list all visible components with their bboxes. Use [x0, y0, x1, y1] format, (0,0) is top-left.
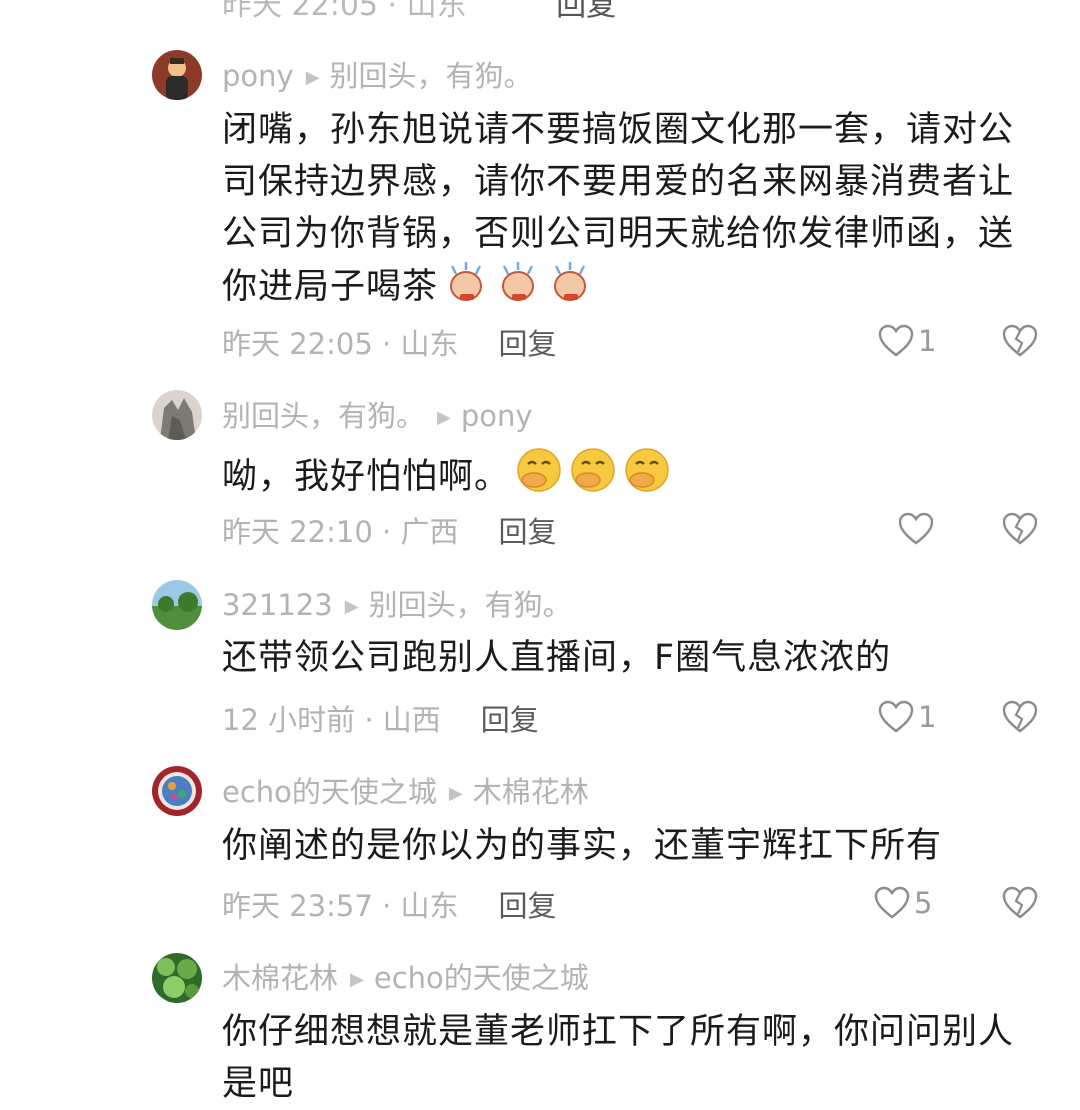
comment-footer: 昨天 23:57 · 山东 回复 [222, 888, 556, 924]
clapping-hands-emoji [442, 260, 490, 319]
clipped-reply-button[interactable]: 回复 [556, 0, 616, 20]
comment-header: 木棉花林 ▶ echo的天使之城 [222, 960, 589, 998]
broken-heart-icon [1002, 512, 1038, 545]
like-count: 1 [918, 700, 937, 734]
reply-button[interactable]: 回复 [498, 327, 556, 361]
comment-text: 还带领公司跑别人直播间，F圈气息浓浓的 [222, 632, 1034, 684]
comment-footer: 昨天 22:05 · 山东 回复 [222, 326, 556, 362]
dislike-button[interactable] [1002, 886, 1038, 924]
comment-text: 呦，我好怕怕啊。 [222, 446, 1034, 509]
reply-button[interactable]: 回复 [498, 515, 556, 549]
emoji-group [510, 446, 672, 509]
reply-to-name[interactable]: 别回头，有狗。 [330, 59, 533, 93]
reply-to-name[interactable]: 木棉花林 [473, 775, 589, 809]
author-name[interactable]: 木棉花林 [222, 961, 338, 995]
comment-header: pony ▶ 别回头，有狗。 [222, 58, 533, 96]
dislike-button[interactable] [1002, 700, 1038, 738]
reply-button[interactable]: 回复 [498, 889, 556, 923]
time-location: 昨天 22:05 · 山东 [222, 327, 459, 361]
reply-to-name[interactable]: echo的天使之城 [374, 961, 589, 995]
comment-body: 你阐述的是你以为的事实，还董宇辉扛下所有 [222, 826, 943, 866]
comment-body: 呦，我好怕怕啊。 [222, 457, 511, 497]
like-button[interactable]: 1 [878, 700, 936, 734]
comment-header: echo的天使之城 ▶ 木棉花林 [222, 774, 589, 812]
reply-arrow-icon: ▶ [437, 407, 451, 428]
comment-text: 闭嘴，孙东旭说请不要搞饭圈文化那一套，请对公司保持边界感，请你不要用爱的名来网暴… [222, 104, 1034, 319]
dislike-button[interactable] [1002, 512, 1038, 550]
clapping-hands-emoji [546, 260, 594, 319]
emoji-group [438, 260, 594, 319]
avatar[interactable] [152, 50, 202, 100]
heart-icon [878, 700, 914, 733]
time-location: 昨天 22:10 · 广西 [222, 515, 459, 549]
reply-arrow-icon: ▶ [350, 969, 364, 990]
comment-header: 别回头，有狗。 ▶ pony [222, 398, 533, 436]
comment-footer: 昨天 22:10 · 广西 回复 [222, 514, 556, 550]
like-button[interactable]: 1 [878, 324, 936, 358]
reply-arrow-icon: ▶ [344, 596, 359, 617]
dislike-button[interactable] [1002, 324, 1038, 362]
heart-icon [874, 886, 910, 919]
face-with-hand-over-mouth-emoji [568, 446, 618, 509]
comment-body: 你仔细想想就是董老师扛下了所有啊，你问问别人是吧 [222, 1012, 1015, 1104]
clapping-hands-emoji [494, 260, 542, 319]
like-button[interactable] [898, 512, 938, 546]
reply-to-name[interactable]: 别回头，有狗。 [369, 588, 572, 622]
clipped-time-location: 昨天 22:05 · 山东 [222, 0, 467, 20]
like-count: 5 [914, 886, 933, 920]
author-name[interactable]: echo的天使之城 [222, 775, 437, 809]
face-with-hand-over-mouth-emoji [622, 446, 672, 509]
author-name[interactable]: 别回头，有狗。 [222, 399, 425, 433]
broken-heart-icon [1002, 324, 1038, 357]
heart-icon [878, 324, 914, 357]
reply-button[interactable]: 回复 [481, 703, 539, 737]
like-button[interactable]: 5 [874, 886, 932, 920]
clipped-comment-footer: 昨天 22:05 · 山东 回复 [222, 0, 1042, 20]
author-name[interactable]: pony [222, 59, 294, 93]
reply-to-name[interactable]: pony [461, 399, 533, 433]
like-count: 1 [918, 324, 937, 358]
comment-text: 你阐述的是你以为的事实，还董宇辉扛下所有 [222, 820, 1034, 872]
avatar[interactable] [152, 390, 202, 440]
comment-body: 还带领公司跑别人直播间，F圈气息浓浓的 [222, 638, 892, 678]
broken-heart-icon [1002, 700, 1038, 733]
reply-arrow-icon: ▶ [448, 783, 463, 804]
reply-arrow-icon: ▶ [305, 67, 320, 88]
heart-icon [898, 512, 934, 545]
face-with-hand-over-mouth-emoji [514, 446, 564, 509]
avatar[interactable] [152, 953, 202, 1003]
avatar[interactable] [152, 580, 202, 630]
comment-header: 321123 ▶ 别回头，有狗。 [222, 587, 572, 625]
time-location: 12 小时前 · 山西 [222, 703, 441, 737]
comment-body: 闭嘴，孙东旭说请不要搞饭圈文化那一套，请对公司保持边界感，请你不要用爱的名来网暴… [222, 110, 1015, 307]
time-location: 昨天 23:57 · 山东 [222, 889, 459, 923]
avatar[interactable] [152, 766, 202, 816]
broken-heart-icon [1002, 886, 1038, 919]
comment-footer: 12 小时前 · 山西 回复 [222, 702, 539, 738]
author-name[interactable]: 321123 [222, 588, 333, 622]
comment-text: 你仔细想想就是董老师扛下了所有啊，你问问别人是吧 [222, 1006, 1034, 1110]
